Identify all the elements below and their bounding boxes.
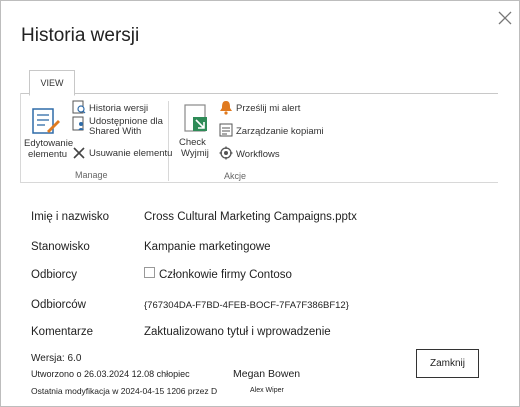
audience-checkbox-icon	[144, 267, 155, 278]
shared-with-label-line2: Shared With	[89, 126, 142, 137]
close-button[interactable]: Zamknij	[416, 349, 479, 378]
delete-icon	[73, 147, 85, 159]
comments-value: Zaktualizowano tytuł i wprowadzenie	[144, 326, 331, 338]
checkout-label-line1: Check	[179, 137, 206, 148]
manage-group-label: Manage	[75, 170, 108, 180]
version-history-icon	[72, 100, 86, 114]
manage-copies-label: Zarządzanie kopiami	[236, 126, 324, 137]
version-text: Wersja: 6.0	[31, 353, 82, 364]
name-label: Imię i nazwisko	[31, 211, 109, 223]
audience-label: Odbiorcy	[31, 269, 78, 281]
created-by-link[interactable]: Megan Bowen	[233, 368, 300, 380]
edit-item-label-line2: elementu	[28, 149, 68, 160]
audiences-label: Odbiorców	[31, 299, 86, 311]
version-history-label: Historia wersji	[89, 103, 149, 114]
workflows-icon	[219, 146, 233, 160]
edit-item-icon	[32, 108, 60, 134]
comments-label: Komentarze	[31, 326, 94, 338]
modified-text: Ostatnia modyfikacja w 2024-04-15 1206 p…	[31, 386, 218, 396]
modified-by-link[interactable]: Alex Wiper	[250, 387, 284, 394]
edit-item-label-line1: Edytowanie	[24, 138, 74, 149]
ribbon-bottom-divider	[20, 182, 498, 183]
delete-item-label: Usuwanie elementu	[89, 148, 173, 159]
title-label: Stanowisko	[31, 241, 90, 253]
audience-value: Członkowie firmy Contoso	[159, 269, 292, 281]
manage-copies-icon	[219, 123, 233, 137]
title-value: Kampanie marketingowe	[144, 241, 271, 253]
ribbon-left-border	[20, 93, 21, 183]
version-history-dialog: Historia wersji VIEW Edytowanie elementu…	[0, 0, 520, 407]
name-value: Cross Cultural Marketing Campaigns.pptx	[144, 211, 357, 223]
workflows-label: Workflows	[236, 149, 280, 160]
checkout-icon	[184, 104, 207, 132]
close-icon[interactable]	[496, 9, 514, 27]
audiences-value: {767304DA-F7BD-4FEB-BOCF-7FA7F386BF12}	[144, 300, 349, 311]
bell-icon	[220, 101, 232, 115]
ribbon-group-divider	[168, 101, 169, 181]
checkout-label-line2: Wyjmij	[181, 148, 209, 159]
tab-view[interactable]: VIEW	[29, 70, 75, 96]
actions-group-label: Akcje	[224, 171, 247, 181]
created-text: Utworzono o 26.03.2024 12.08 chłopiec	[31, 369, 190, 379]
dialog-title: Historia wersji	[21, 25, 140, 46]
shared-with-icon	[72, 116, 84, 131]
alert-me-label: Prześlij mi alert	[236, 103, 301, 114]
